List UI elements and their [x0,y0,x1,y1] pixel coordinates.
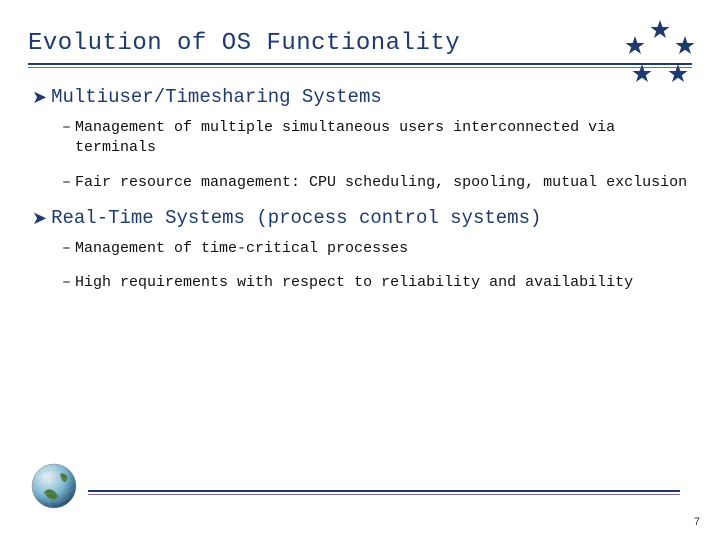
stars-logo [620,18,700,88]
list-item-text: Management of time-critical processes [75,239,408,259]
page-title: Evolution of OS Functionality [28,30,692,57]
section-heading: ➤ Real-Time Systems (process control sys… [32,207,688,229]
section-heading-text: Real-Time Systems (process control syste… [51,207,541,229]
list-item: – Management of multiple simultaneous us… [62,118,688,159]
list-item: – Management of time-critical processes [62,239,688,259]
list-item: – High requirements with respect to reli… [62,273,688,293]
arrow-bullet-icon: ➤ [32,86,47,108]
dash-bullet-icon: – [62,239,71,259]
list-item: – Fair resource management: CPU scheduli… [62,173,688,193]
list-item-text: High requirements with respect to reliab… [75,273,633,293]
slide: Evolution of OS Functionality ➤ Multiuse… [0,0,720,540]
list-item-text: Fair resource management: CPU scheduling… [75,173,687,193]
section-heading-text: Multiuser/Timesharing Systems [51,86,382,108]
list-item-text: Management of multiple simultaneous user… [75,118,688,159]
footer-divider-accent [88,494,680,495]
dash-bullet-icon: – [62,118,71,138]
title-divider-accent [28,67,692,68]
page-number: 7 [694,516,700,528]
arrow-bullet-icon: ➤ [32,207,47,229]
dash-bullet-icon: – [62,173,71,193]
footer-divider [88,490,680,492]
content-area: ➤ Multiuser/Timesharing Systems – Manage… [28,86,692,293]
globe-icon [30,462,78,510]
title-divider [28,63,692,65]
dash-bullet-icon: – [62,273,71,293]
section-heading: ➤ Multiuser/Timesharing Systems [32,86,688,108]
